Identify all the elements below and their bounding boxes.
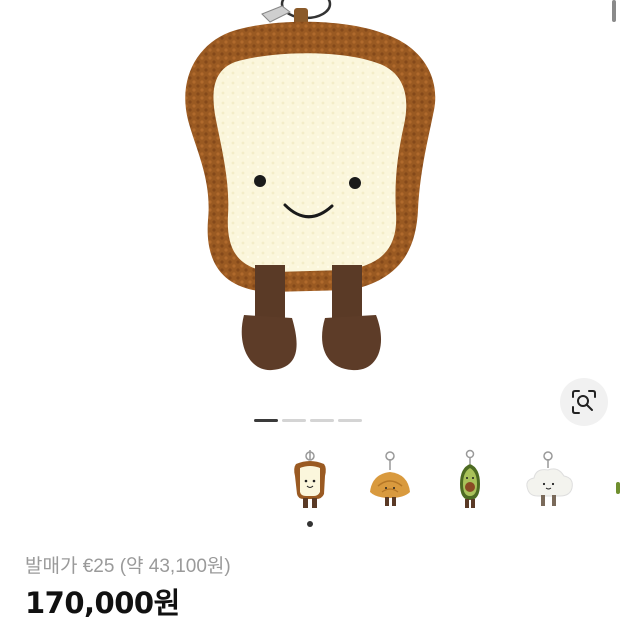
right-foot <box>322 315 382 371</box>
lens-search-icon <box>572 390 596 414</box>
carousel-dot-4[interactable] <box>338 419 362 422</box>
thumbnail-croissant[interactable] <box>360 446 430 516</box>
thumbnail-toast[interactable] <box>280 446 350 516</box>
avocado-thumbnail-image <box>460 449 480 508</box>
thumbnail-avocado[interactable] <box>440 446 510 516</box>
toast-plush-illustration <box>185 0 436 371</box>
selected-thumbnail-indicator <box>307 521 313 527</box>
carousel-pagination <box>254 419 362 422</box>
scrollbar[interactable] <box>612 0 616 22</box>
cloud-thumbnail-image <box>526 451 573 506</box>
carousel-dot-2[interactable] <box>282 419 306 422</box>
more-thumbnail-image <box>616 482 620 494</box>
right-eye <box>349 177 361 189</box>
left-foot <box>241 315 297 371</box>
croissant-thumbnail-image <box>370 451 410 506</box>
thumbnail-cloud[interactable] <box>520 446 590 516</box>
product-price: 170,000원 <box>25 586 180 620</box>
image-search-button[interactable] <box>560 378 608 426</box>
left-eye <box>254 175 266 187</box>
original-price-label: 발매가 €25 (약 43,100원) <box>25 556 231 577</box>
carousel-dot-1[interactable] <box>254 419 278 422</box>
bread-face <box>213 53 407 272</box>
thumbnail-more[interactable] <box>610 446 620 516</box>
carousel-dot-3[interactable] <box>310 419 334 422</box>
toast-thumbnail-image <box>294 450 326 508</box>
product-image[interactable] <box>0 0 620 410</box>
thumbnail-strip <box>280 446 620 528</box>
right-leg <box>332 265 362 325</box>
